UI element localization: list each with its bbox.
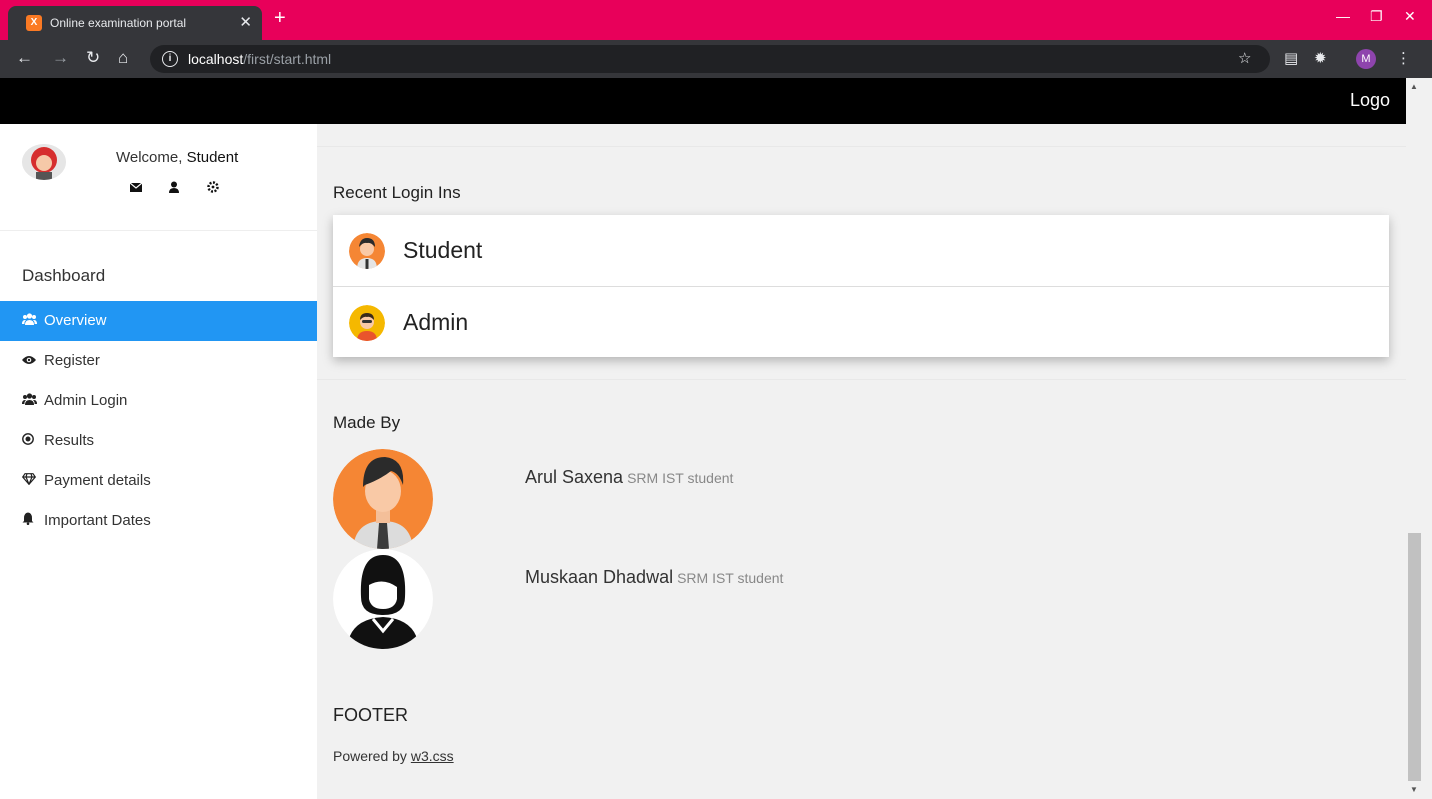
envelope-icon[interactable] [129, 180, 143, 192]
welcome-name: Student [186, 149, 239, 166]
extension-icon[interactable]: ▤ [1284, 49, 1298, 67]
sidebar-divider [0, 230, 317, 231]
login-name: Admin [403, 309, 469, 335]
maker-arul: Arul Saxena SRM IST student [525, 467, 733, 488]
reload-icon[interactable]: ↻ [86, 48, 100, 68]
w3css-link[interactable]: w3.css [411, 748, 454, 764]
browser-tab-bar: X Online examination portal ✕ + — ❐ ✕ [0, 0, 1432, 40]
login-name: Student [403, 237, 483, 263]
page-scrollbar[interactable]: ▲ ▼ [1406, 78, 1423, 799]
url-path: /first/start.html [243, 51, 332, 67]
user-avatar [22, 144, 66, 180]
maker-role: SRM IST student [677, 570, 784, 586]
diamond-icon [21, 461, 44, 501]
main-content: Recent Login Ins Student Admin Made By A… [317, 124, 1406, 799]
sidebar-item-label: Payment details [44, 472, 151, 489]
menu-kebab-icon[interactable]: ⋮ [1396, 49, 1411, 67]
restore-window-icon[interactable]: ❐ [1370, 8, 1383, 25]
forward-arrow-icon[interactable]: → [52, 48, 69, 68]
info-icon[interactable]: i [162, 51, 178, 67]
maker-role: SRM IST student [627, 470, 734, 486]
bookmark-star-icon[interactable]: ☆ [1238, 49, 1251, 67]
home-icon[interactable]: ⌂ [118, 48, 128, 68]
powered-prefix: Powered by [333, 748, 411, 764]
recent-logins-card: Student Admin [333, 215, 1389, 357]
page-topbar: Logo [0, 78, 1406, 124]
close-tab-icon[interactable]: ✕ [239, 13, 252, 31]
maker-name: Muskaan Dhadwal [525, 567, 674, 587]
admin-avatar [349, 305, 385, 341]
browser-toolbar: ← → ↻ ⌂ i localhost/first/start.html ☆ ▤… [0, 40, 1432, 78]
muskaan-avatar [333, 549, 433, 649]
minimize-window-icon[interactable]: — [1336, 8, 1350, 24]
list-item[interactable]: Admin [333, 286, 1389, 357]
address-bar[interactable]: i localhost/first/start.html [150, 45, 1270, 73]
sidebar-item-label: Admin Login [44, 392, 128, 409]
users-icon [22, 381, 44, 421]
content-divider [317, 379, 1406, 380]
settings-extension-icon[interactable]: ✹ [1314, 49, 1327, 67]
sidebar-item-payment-details[interactable]: Payment details [0, 461, 317, 501]
scroll-down-arrow-icon[interactable]: ▼ [1410, 785, 1418, 794]
profile-avatar[interactable]: M [1356, 49, 1376, 69]
made-by-title: Made By [333, 413, 401, 432]
recent-logins-title: Recent Login Ins [333, 183, 461, 202]
welcome-text: Welcome, Student [116, 149, 238, 166]
maker-name: Arul Saxena [525, 467, 624, 487]
student-avatar [349, 233, 385, 269]
sidebar: Welcome, Student Dashboard Overview Regi… [0, 124, 317, 799]
user-icon[interactable] [168, 180, 180, 193]
sidebar-item-admin-login[interactable]: Admin Login [0, 381, 317, 421]
browser-tab[interactable]: X Online examination portal ✕ [8, 6, 262, 40]
gear-icon[interactable] [207, 180, 219, 193]
url-host: localhost [188, 51, 244, 67]
sidebar-item-label: Results [44, 432, 95, 449]
bullseye-icon [22, 421, 44, 461]
sidebar-item-label: Register [44, 352, 100, 369]
xampp-favicon-icon: X [26, 15, 42, 31]
tab-title: Online examination portal [50, 16, 187, 30]
sidebar-item-overview[interactable]: Overview [0, 301, 317, 341]
list-item[interactable]: Student [333, 215, 1389, 286]
users-icon [22, 301, 44, 341]
eye-icon [22, 341, 44, 381]
back-arrow-icon[interactable]: ← [16, 48, 33, 68]
footer-title: FOOTER [333, 705, 408, 725]
content-divider [317, 146, 1406, 147]
sidebar-heading: Dashboard [22, 266, 106, 285]
sidebar-nav: Overview Register Admin Login Results Pa… [0, 301, 317, 541]
sidebar-item-results[interactable]: Results [0, 421, 317, 461]
sidebar-item-important-dates[interactable]: Important Dates [0, 501, 317, 541]
logo-text[interactable]: Logo [1350, 90, 1390, 111]
scroll-thumb[interactable] [1408, 533, 1421, 781]
sidebar-item-register[interactable]: Register [0, 341, 317, 381]
welcome-prefix: Welcome, [116, 149, 187, 166]
footer-powered-by: Powered by w3.css [333, 748, 454, 764]
scroll-up-arrow-icon[interactable]: ▲ [1410, 82, 1418, 91]
address-url: localhost/first/start.html [188, 51, 331, 67]
bell-icon [22, 501, 44, 541]
sidebar-item-label: Important Dates [44, 512, 151, 529]
sidebar-item-label: Overview [44, 312, 107, 329]
close-window-icon[interactable]: ✕ [1404, 8, 1416, 25]
new-tab-button[interactable]: + [274, 7, 286, 30]
quick-icons [129, 180, 241, 198]
maker-muskaan: Muskaan Dhadwal SRM IST student [525, 567, 783, 588]
arul-avatar [333, 449, 433, 549]
